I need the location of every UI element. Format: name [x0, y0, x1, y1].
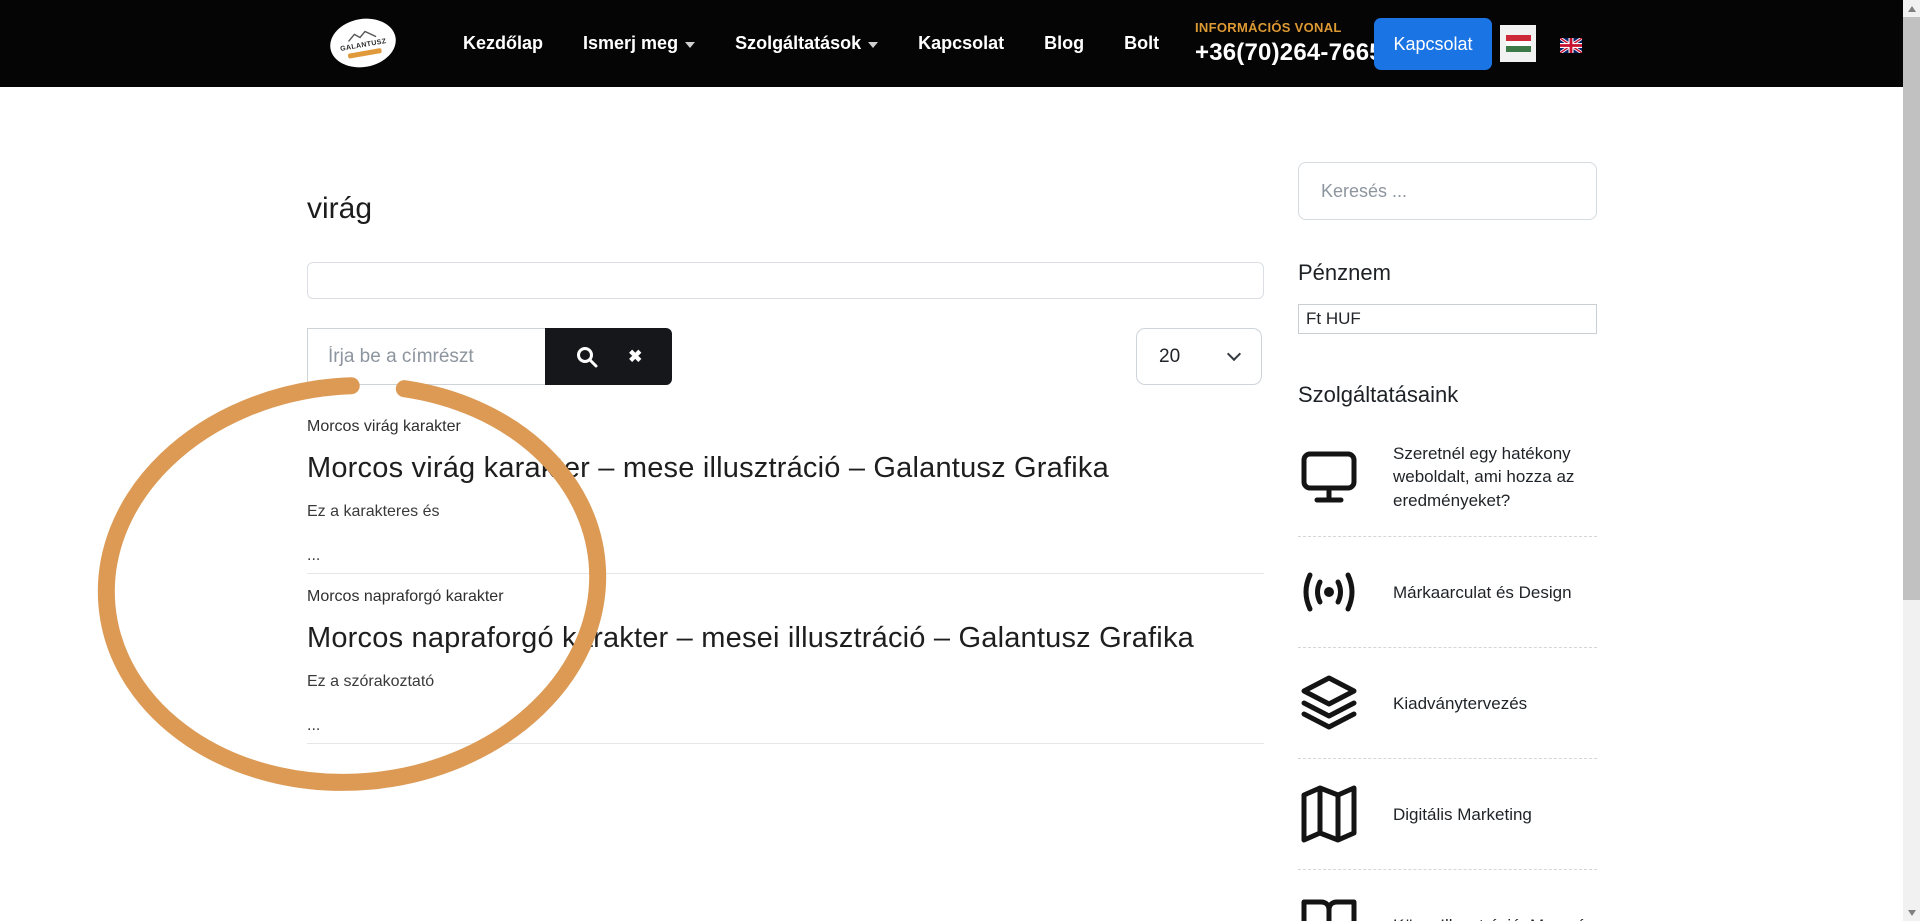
page: GALANTUSZ Kezdőlap Ismerj meg Szolgáltat… — [0, 0, 1920, 921]
nav-item-kapcsolat[interactable]: Kapcsolat — [918, 33, 1004, 54]
search-icon — [576, 346, 598, 367]
monitor-icon — [1301, 451, 1357, 503]
result-title-link[interactable]: Morcos napraforgó karakter – mesei illus… — [307, 622, 1264, 655]
result-ellipsis: ... — [307, 717, 321, 734]
result-excerpt: Ez a karakteres és — [307, 503, 440, 520]
language-hungarian-flag[interactable] — [1500, 25, 1536, 62]
broadcast-icon — [1303, 572, 1355, 612]
arrow-up-icon — [1907, 5, 1916, 12]
vertical-scrollbar[interactable] — [1903, 0, 1920, 921]
service-label: KönyvIllusztráció: Mese és — [1393, 914, 1594, 921]
currency-input[interactable] — [1298, 304, 1597, 334]
nav-item-kezdolap[interactable]: Kezdőlap — [463, 33, 543, 54]
language-uk-flag[interactable] — [1560, 38, 1582, 53]
search-submit-button[interactable] — [575, 345, 599, 369]
service-item-kiadvanytervezes[interactable]: Kiadványtervezés — [1298, 648, 1597, 760]
info-line-block: INFORMÁCIÓS VONAL +36(70)264-7665 — [1195, 20, 1383, 67]
wide-filter-input[interactable] — [307, 262, 1264, 299]
per-page-value: 20 — [1159, 345, 1181, 367]
result-item: Morcos virág karakter Morcos virág karak… — [307, 404, 1264, 574]
scroll-up-button[interactable] — [1903, 0, 1920, 17]
scrollbar-thumb[interactable] — [1903, 17, 1920, 600]
services-heading: Szolgáltatásaink — [1298, 382, 1459, 407]
contact-cta-button[interactable]: Kapcsolat — [1374, 18, 1492, 70]
result-ellipsis: ... — [307, 547, 321, 564]
search-results: Morcos virág karakter Morcos virág karak… — [307, 404, 1264, 744]
search-clear-button[interactable]: ✖ — [628, 347, 642, 367]
hungarian-flag-icon — [1505, 35, 1531, 53]
map-icon — [1301, 785, 1357, 843]
title-search-input[interactable] — [307, 328, 545, 385]
result-category: Morcos virág karakter — [307, 418, 461, 435]
chevron-down-icon — [868, 41, 879, 48]
service-label: Szeretnél egy hatékony weboldalt, ami ho… — [1393, 444, 1575, 510]
service-item-konyvillusztracio[interactable]: KönyvIllusztráció: Mese és — [1298, 870, 1597, 921]
scroll-down-button[interactable] — [1903, 904, 1920, 921]
search-button-block: ✖ — [545, 328, 672, 385]
service-item-weboldal[interactable]: Szeretnél egy hatékony weboldalt, ami ho… — [1298, 418, 1597, 538]
nav-item-ismerj-meg[interactable]: Ismerj meg — [583, 33, 696, 54]
service-label: Márkaarculat és Design — [1393, 582, 1572, 602]
sidebar: Pénznem Szolgáltatásaink Szeretnél egy h… — [1298, 162, 1597, 921]
title-search-row: ✖ — [307, 328, 672, 385]
sidebar-search-input[interactable] — [1298, 162, 1597, 220]
currency-heading: Pénznem — [1298, 260, 1391, 285]
chevron-down-icon — [685, 41, 696, 48]
service-item-digitalis-marketing[interactable]: Digitális Marketing — [1298, 759, 1597, 871]
info-line-label: INFORMÁCIÓS VONAL — [1195, 20, 1342, 35]
site-logo[interactable]: GALANTUSZ — [326, 13, 400, 73]
top-navbar: GALANTUSZ Kezdőlap Ismerj meg Szolgáltat… — [0, 0, 1903, 87]
arrow-down-icon — [1907, 909, 1916, 916]
nav-item-szolgaltatasok[interactable]: Szolgáltatások — [735, 33, 879, 54]
service-item-markaarculat[interactable]: Márkaarculat és Design — [1298, 537, 1597, 649]
chevron-down-icon — [1226, 346, 1242, 362]
main-content: virág ✖ 20 Morcos virág — [307, 192, 1264, 744]
result-excerpt: Ez a szórakoztató — [307, 673, 435, 690]
book-open-icon — [1301, 899, 1357, 921]
phone-number[interactable]: +36(70)264-7665 — [1195, 39, 1383, 67]
layers-icon — [1301, 675, 1357, 730]
result-item: Morcos napraforgó karakter Morcos napraf… — [307, 574, 1264, 744]
services-list: Szeretnél egy hatékony weboldalt, ami ho… — [1298, 418, 1597, 921]
service-label: Kiadványtervezés — [1393, 693, 1528, 713]
nav-item-blog[interactable]: Blog — [1044, 33, 1084, 54]
service-label: Digitális Marketing — [1393, 804, 1532, 824]
page-title: virág — [307, 192, 373, 225]
per-page-select[interactable]: 20 — [1136, 328, 1262, 385]
result-title-link[interactable]: Morcos virág karakter – mese illusztráci… — [307, 452, 1264, 485]
main-menu: Kezdőlap Ismerj meg Szolgáltatások Kapcs… — [463, 0, 1159, 87]
result-category: Morcos napraforgó karakter — [307, 588, 504, 605]
close-icon: ✖ — [628, 346, 643, 366]
nav-item-bolt[interactable]: Bolt — [1124, 33, 1159, 54]
